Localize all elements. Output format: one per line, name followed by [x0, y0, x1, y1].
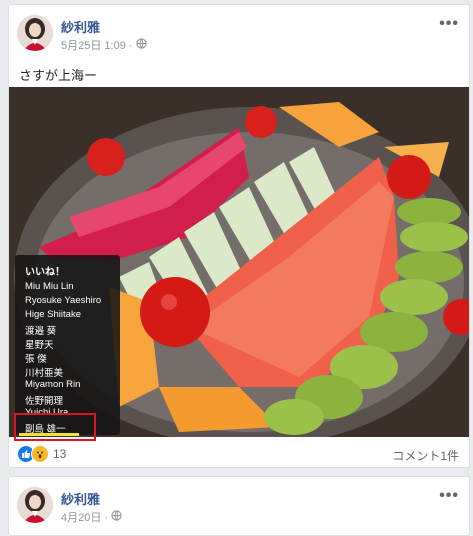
- likes-tooltip: いいね！ Miu Miu Lin Ryosuke Yaeshiro Hige S…: [15, 255, 120, 435]
- post-footer: 13 コメント1件: [9, 439, 469, 467]
- post-card: 紗利雅 5月25日 1:09 · ••• さすが上海ー いいね！ Miu Miu…: [8, 4, 470, 468]
- more-options-icon[interactable]: •••: [439, 15, 459, 33]
- comments-link[interactable]: コメント1件: [392, 447, 459, 464]
- liker-name[interactable]: 佐野開理: [25, 393, 63, 407]
- post-text: さすが上海ー: [19, 68, 98, 83]
- reactions-summary[interactable]: 13: [17, 445, 66, 463]
- reaction-count: 13: [53, 447, 67, 461]
- highlight-box: [14, 413, 96, 441]
- liker-name[interactable]: Miu Miu Lin: [25, 281, 74, 292]
- liker-name[interactable]: 張 傑: [25, 351, 47, 365]
- avatar[interactable]: [17, 15, 53, 51]
- globe-icon: [135, 38, 147, 52]
- liker-name[interactable]: Ryosuke Yaeshiro: [25, 295, 101, 306]
- post-meta: 5月25日 1:09 ·: [61, 37, 147, 53]
- author-name[interactable]: 紗利雅: [61, 489, 100, 508]
- more-options-icon[interactable]: •••: [439, 487, 459, 505]
- post-meta: 4月20日 ·: [61, 509, 122, 525]
- post-card: 紗利雅 4月20日 · •••: [8, 476, 470, 536]
- liker-name[interactable]: Hige Shiitake: [25, 309, 81, 320]
- post-timestamp[interactable]: 5月25日 1:09 ·: [61, 37, 133, 53]
- globe-icon: [111, 510, 122, 524]
- post-timestamp[interactable]: 4月20日 ·: [61, 509, 108, 525]
- avatar[interactable]: [17, 487, 53, 523]
- liker-name[interactable]: Miyamon Rin: [25, 379, 80, 390]
- liker-name[interactable]: 川村亜美: [25, 365, 63, 379]
- liker-name[interactable]: 星野天: [25, 337, 54, 351]
- wow-icon: [31, 445, 49, 463]
- liker-name[interactable]: 渡邉 葵: [25, 323, 56, 337]
- author-name[interactable]: 紗利雅: [61, 17, 100, 36]
- likes-tooltip-title: いいね！: [25, 267, 65, 278]
